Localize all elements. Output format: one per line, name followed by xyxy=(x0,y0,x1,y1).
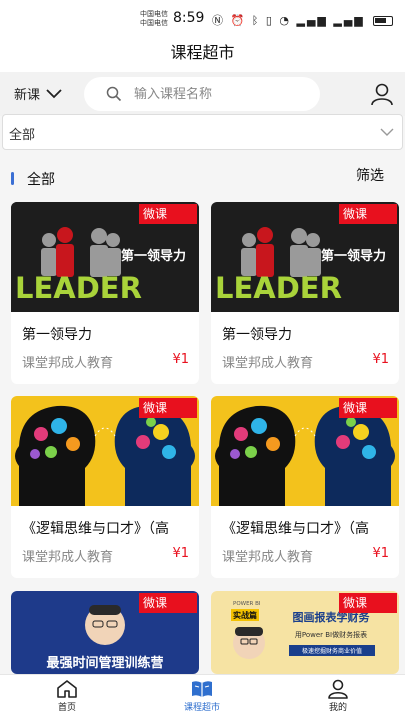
chevron-down-icon xyxy=(380,128,394,136)
thumb-subtitle: 用Power BI做财务报表 xyxy=(295,630,367,639)
section-header: 全部 筛选 xyxy=(0,160,405,196)
page-title: 课程超市 xyxy=(170,43,235,62)
course-price: ¥1 xyxy=(372,546,389,561)
course-thumbnail: 微课 xyxy=(211,396,399,506)
thumb-title: 第一领导力 xyxy=(321,248,386,264)
tab-course-market[interactable]: 课程超市 xyxy=(162,679,242,713)
book-icon xyxy=(192,681,212,697)
course-org: 课堂邦成人教育 xyxy=(222,550,314,565)
category-dropdown[interactable]: 新课 xyxy=(14,84,62,103)
thumb-word: LEADER xyxy=(215,271,342,305)
section-title: 全部 xyxy=(27,172,55,188)
course-tag: 微课 xyxy=(339,593,397,613)
course-org: 课堂邦成人教育 xyxy=(22,550,114,565)
signal-2-icon: ▂▄▆ xyxy=(333,14,365,27)
thumb-word: LEADER xyxy=(15,271,142,305)
course-card[interactable]: POWER BI 实战篇 图画报表学财务 用Power BI做财务报表 极速挖掘… xyxy=(211,591,399,674)
carrier-line-2: 中国电信 xyxy=(140,19,168,27)
title-bar: 课程超市 xyxy=(0,34,405,72)
signal-icon: ▂▄▆ xyxy=(296,14,328,27)
course-tag: 微课 xyxy=(139,593,197,613)
search-row: 新课 xyxy=(0,72,405,116)
course-thumbnail: 第一领导力 LEADER 微课 xyxy=(211,202,399,312)
tab-label: 课程超市 xyxy=(183,703,220,713)
carrier-line-1: 中国电信 xyxy=(140,10,168,18)
course-title: 第一领导力 xyxy=(22,327,92,343)
course-price: ¥1 xyxy=(172,352,189,367)
course-card[interactable]: 第一领导力 LEADER 微课 第一领导力 课堂邦成人教育 ¥1 xyxy=(211,202,399,384)
tab-label: 首页 xyxy=(57,703,76,713)
search-input[interactable] xyxy=(134,86,304,102)
section-marker xyxy=(11,172,14,185)
alarm-icon: ⏰ xyxy=(230,14,247,27)
search-box[interactable] xyxy=(84,77,320,111)
wifi-icon: ◔ xyxy=(279,14,291,27)
filter-selected-value: 全部 xyxy=(9,128,36,143)
course-price: ¥1 xyxy=(172,546,189,561)
battery-icon xyxy=(373,16,394,26)
system-icons: Ⓝ ⏰ ᛒ ▯ ◔ ▂▄▆ ▂▄▆ xyxy=(212,12,394,28)
course-title: 第一领导力 xyxy=(222,327,292,343)
course-card[interactable]: 第一领导力 LEADER 微课 第一领导力 课堂邦成人教育 ¥1 xyxy=(11,202,199,384)
course-thumbnail: 微课 xyxy=(11,396,199,506)
tab-home[interactable]: 首页 xyxy=(27,679,107,713)
thumb-title: 最强时间管理训练营 xyxy=(46,655,163,671)
thumb-footer: 极速挖掘财务商业价值 xyxy=(302,647,362,655)
course-thumbnail: POWER BI 实战篇 图画报表学财务 用Power BI做财务报表 极速挖掘… xyxy=(211,591,399,674)
thumb-badge: 实战篇 xyxy=(233,610,257,620)
course-tag: 微课 xyxy=(139,204,197,224)
tab-profile[interactable]: 我的 xyxy=(298,679,378,713)
person-icon xyxy=(328,679,348,699)
course-thumbnail: 最强时间管理训练营 微课 xyxy=(11,591,199,674)
thumb-brand: POWER BI xyxy=(233,601,261,607)
course-title: 《逻辑思维与口才》（高 xyxy=(222,521,369,537)
course-tag: 微课 xyxy=(339,204,397,224)
vibrate-icon: ▯ xyxy=(265,14,274,27)
course-card[interactable]: 微课 《逻辑思维与口才》（高 课堂邦成人教育 ¥1 xyxy=(11,396,199,578)
chevron-down-icon xyxy=(46,88,62,98)
course-tag: 微课 xyxy=(339,398,397,418)
course-title: 《逻辑思维与口才》（高 xyxy=(22,521,169,537)
course-price: ¥1 xyxy=(372,352,389,367)
filter-select[interactable]: 全部 xyxy=(2,114,403,150)
user-icon[interactable] xyxy=(369,81,395,107)
course-org: 课堂邦成人教育 xyxy=(22,356,114,371)
course-tag: 微课 xyxy=(139,398,197,418)
filter-button[interactable]: 筛选 xyxy=(356,165,384,185)
status-bar: 中国电信 中国电信 8:59 Ⓝ ⏰ ᛒ ▯ ◔ ▂▄▆ ▂▄▆ xyxy=(0,0,405,34)
tab-label: 我的 xyxy=(328,703,347,713)
course-thumbnail: 第一领导力 LEADER 微课 xyxy=(11,202,199,312)
home-icon xyxy=(57,680,77,698)
course-card[interactable]: 微课 《逻辑思维与口才》（高 课堂邦成人教育 ¥1 xyxy=(211,396,399,578)
bottom-tab-bar: 首页 课程超市 我的 xyxy=(0,674,405,720)
course-card[interactable]: 最强时间管理训练营 微课 xyxy=(11,591,199,674)
category-label: 新课 xyxy=(14,88,41,103)
search-icon xyxy=(106,86,122,102)
nfc-icon: Ⓝ xyxy=(212,14,225,27)
carrier-info: 中国电信 中国电信 xyxy=(140,10,168,28)
bluetooth-icon: ᛒ xyxy=(251,14,261,27)
clock: 8:59 xyxy=(173,10,205,26)
course-org: 课堂邦成人教育 xyxy=(222,356,314,371)
thumb-title: 第一领导力 xyxy=(121,248,186,264)
